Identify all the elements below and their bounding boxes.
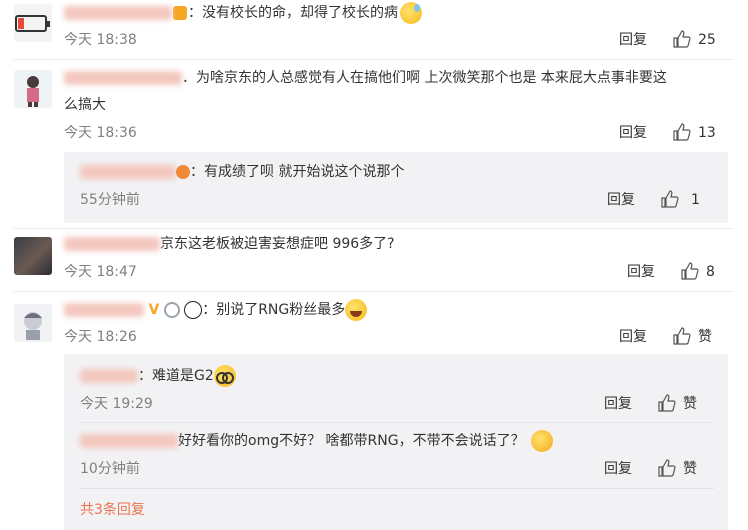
thumbs-up-icon[interactable] bbox=[661, 190, 679, 208]
divider bbox=[14, 59, 733, 60]
username-blurred[interactable] bbox=[64, 6, 172, 20]
reply-button[interactable]: 回复 bbox=[607, 191, 635, 209]
more-replies-link[interactable]: 共3条回复 bbox=[80, 500, 145, 520]
comment-text: 京东这老板被迫害妄想症吧 996多了? bbox=[64, 233, 395, 255]
comment-timestamp: 今天 18:36 bbox=[64, 125, 137, 141]
divider bbox=[14, 291, 733, 292]
badge-icon bbox=[176, 165, 190, 179]
sub-reply-text: ：难道是G2 bbox=[80, 365, 236, 387]
comment-text: ：没有校长的命，却得了校长的病 bbox=[64, 2, 422, 24]
username-blurred[interactable] bbox=[64, 303, 144, 317]
like-count: 1 bbox=[691, 192, 700, 208]
divider bbox=[14, 228, 733, 229]
shrug-emoji-icon bbox=[530, 430, 553, 452]
divider bbox=[80, 488, 714, 489]
like-count: 8 bbox=[706, 264, 715, 280]
reply-button[interactable]: 回复 bbox=[619, 31, 647, 49]
sweat-emoji-icon bbox=[400, 2, 422, 24]
like-label: 赞 bbox=[698, 329, 712, 345]
comment-timestamp: 今天 18:47 bbox=[64, 264, 137, 280]
username-blurred[interactable] bbox=[80, 434, 178, 448]
avatar[interactable] bbox=[14, 4, 52, 42]
verified-v-icon: V bbox=[148, 302, 160, 318]
thumbs-up-icon[interactable] bbox=[658, 394, 676, 412]
comment-text: ．为啥京东的人总感觉有人在搞他们啊 上次微笑那个也是 本来屁大点事非要这 bbox=[64, 67, 667, 89]
panda-icon bbox=[184, 301, 203, 319]
reply-button[interactable]: 回复 bbox=[619, 124, 647, 142]
divider bbox=[80, 422, 714, 423]
username-blurred[interactable] bbox=[64, 71, 182, 85]
sub-reply-timestamp: 今天 19:29 bbox=[80, 396, 153, 412]
thumbs-up-icon[interactable] bbox=[681, 262, 699, 280]
username-blurred[interactable] bbox=[80, 165, 176, 179]
comment-timestamp: 今天 18:38 bbox=[64, 32, 137, 48]
glasses-emoji-icon bbox=[213, 365, 236, 387]
thumbs-up-icon[interactable] bbox=[673, 123, 691, 141]
battery-avatar-icon bbox=[15, 15, 50, 32]
laugh-cry-emoji-icon bbox=[345, 299, 368, 321]
reply-button[interactable]: 回复 bbox=[619, 328, 647, 346]
comment-text-continued: 么搞大 bbox=[64, 97, 106, 113]
like-count: 13 bbox=[698, 125, 716, 141]
thumbs-up-icon[interactable] bbox=[673, 30, 691, 48]
reply-button[interactable]: 回复 bbox=[604, 395, 632, 413]
reply-button[interactable]: 回复 bbox=[627, 263, 655, 281]
thumbs-up-icon[interactable] bbox=[658, 459, 676, 477]
avatar[interactable] bbox=[14, 304, 52, 342]
sub-reply-text: ：有成绩了呗 就开始说这个说那个 bbox=[80, 161, 404, 183]
comment-text: V ：别说了RNG粉丝最多 bbox=[64, 299, 368, 321]
thumbs-up-icon[interactable] bbox=[673, 327, 691, 345]
medal-icon bbox=[163, 302, 180, 318]
avatar[interactable] bbox=[14, 237, 52, 275]
comment-timestamp: 今天 18:26 bbox=[64, 329, 137, 345]
avatar[interactable] bbox=[14, 70, 52, 108]
anime-avatar-icon bbox=[24, 312, 42, 340]
anime-avatar-icon bbox=[27, 76, 39, 107]
sub-reply-timestamp: 10分钟前 bbox=[80, 461, 140, 477]
sub-reply-timestamp: 55分钟前 bbox=[80, 192, 140, 208]
like-count: 25 bbox=[698, 32, 716, 48]
username-blurred[interactable] bbox=[80, 369, 138, 383]
reply-button[interactable]: 回复 bbox=[604, 460, 632, 478]
like-label: 赞 bbox=[683, 396, 697, 412]
vip-crown-icon bbox=[173, 6, 187, 20]
username-blurred[interactable] bbox=[64, 237, 160, 251]
like-label: 赞 bbox=[683, 461, 697, 477]
sub-reply-text: 好好看你的omg不好？ 啥都带RNG，不带不会说话了？ bbox=[80, 430, 553, 452]
